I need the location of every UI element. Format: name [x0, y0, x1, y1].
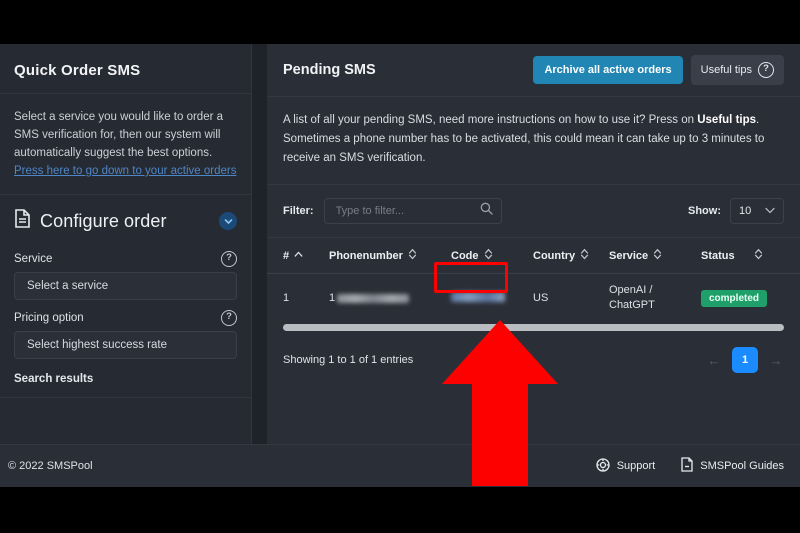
help-circle-icon: ? [758, 62, 774, 78]
lifebuoy-icon [596, 457, 610, 475]
pending-sms-table: # Phonenumber Code Country Service Statu… [267, 238, 800, 322]
column-header-status[interactable]: Status [701, 238, 800, 274]
table-header-row: # Phonenumber Code Country Service Statu… [267, 238, 800, 274]
configure-order-header[interactable]: Configure order [0, 195, 251, 241]
active-orders-link[interactable]: Press here to go down to your active ord… [14, 162, 237, 180]
search-input[interactable] [333, 204, 480, 218]
help-circle-icon[interactable]: ? [221, 251, 237, 267]
column-label: Status [701, 249, 735, 262]
configure-order-title: Configure order [40, 210, 167, 231]
code-redacted-blur [451, 291, 505, 302]
panel-header: Pending SMS Archive all active orders Us… [267, 44, 800, 97]
cell-index: 1 [283, 292, 290, 304]
page-footer: © 2022 SMSPool Support SMSPool Guides [0, 444, 800, 487]
arrow-left-icon[interactable]: ← [706, 353, 722, 368]
sort-asc-icon [294, 250, 303, 262]
description-part-1: A list of all your pending SMS, need mor… [283, 114, 698, 126]
show-entries-control: Show: 10 [688, 198, 784, 224]
smspool-app: Quick Order SMS Select a service you wou… [0, 44, 800, 487]
table-body: 1 1 US OpenAI / ChatGPT completed [267, 262, 800, 323]
service-select[interactable]: Select a service [14, 272, 237, 300]
footer-link-support[interactable]: Support [596, 457, 656, 475]
archive-all-active-orders-button[interactable]: Archive all active orders [533, 56, 683, 84]
sort-both-icon [580, 248, 589, 263]
table-head: # Phonenumber Code Country Service Statu… [267, 238, 800, 274]
filter-input-wrapper[interactable] [323, 198, 502, 224]
filter-label: Filter: [283, 205, 314, 217]
column-label: # [283, 249, 290, 262]
sidebar-intro: Select a service you would like to order… [0, 94, 251, 195]
sort-both-icon [484, 248, 493, 263]
sidebar-title: Quick Order SMS [14, 62, 141, 79]
pagination: ← 1 → [706, 347, 784, 373]
screenshot-root: Quick Order SMS Select a service you wou… [0, 0, 800, 533]
cell-code[interactable] [434, 262, 533, 323]
sidebar: Quick Order SMS Select a service you wou… [0, 44, 252, 444]
sidebar-description: Select a service you would like to order… [14, 111, 224, 159]
footer-links: Support SMSPool Guides [596, 457, 784, 475]
letterbox-top [0, 0, 800, 44]
show-entries-select[interactable]: 10 [730, 198, 784, 224]
pagination-page-1[interactable]: 1 [732, 347, 758, 373]
service-field-row: Service ? [14, 251, 237, 267]
up-arrow-annotation [442, 320, 558, 486]
sort-both-icon [754, 248, 763, 263]
search-icon[interactable] [480, 202, 493, 220]
chevron-down-circle-icon[interactable] [219, 212, 237, 230]
code-cell-highlight-box [434, 262, 508, 293]
pricing-field-row: Pricing option ? [14, 310, 237, 326]
column-header-index[interactable]: # [267, 238, 329, 274]
document-icon [14, 209, 31, 233]
panel-header-actions: Archive all active orders Useful tips ? [533, 55, 784, 85]
column-header-country[interactable]: Country [533, 238, 609, 274]
entries-info: Showing 1 to 1 of 1 entries [283, 354, 414, 366]
show-label: Show: [688, 205, 721, 217]
column-header-service[interactable]: Service [609, 238, 701, 274]
service-field: Service ? Select a service [0, 251, 251, 300]
column-header-phonenumber[interactable]: Phonenumber [329, 238, 451, 274]
footer-link-label: SMSPool Guides [700, 460, 784, 472]
column-label: Code [451, 249, 479, 262]
column-label: Country [533, 249, 576, 262]
pricing-label: Pricing option [14, 312, 84, 324]
description-bold: Useful tips [697, 114, 757, 126]
copyright-text: © 2022 SMSPool [8, 460, 93, 472]
status-badge: completed [701, 289, 768, 307]
useful-tips-label: Useful tips [700, 64, 752, 76]
column-label: Service [609, 249, 649, 262]
column-label: Phonenumber [329, 249, 403, 262]
service-label: Service [14, 253, 53, 265]
table-row[interactable]: 1 1 US OpenAI / ChatGPT completed [267, 262, 800, 323]
arrow-right-icon[interactable]: → [768, 353, 784, 368]
cell-country: US [533, 292, 549, 304]
search-results-label: Search results [14, 373, 94, 385]
sort-both-icon [408, 248, 417, 263]
pricing-select[interactable]: Select highest success rate [14, 331, 237, 359]
sidebar-divider [0, 397, 251, 398]
phonenumber-prefix: 1 [329, 292, 336, 304]
document-guide-icon [681, 457, 693, 475]
table-controls: Filter: Show: 10 [267, 185, 800, 238]
chevron-down-icon [765, 205, 775, 217]
phonenumber-redacted-blur [337, 293, 410, 303]
page-title: Pending SMS [283, 62, 376, 78]
panel-description: A list of all your pending SMS, need mor… [267, 97, 800, 185]
useful-tips-button[interactable]: Useful tips ? [690, 55, 784, 85]
cell-status: completed [701, 274, 800, 323]
cell-phonenumber[interactable]: 1 [329, 274, 451, 323]
show-entries-value: 10 [739, 205, 752, 217]
footer-link-guides[interactable]: SMSPool Guides [681, 457, 784, 475]
footer-link-label: Support [616, 460, 656, 472]
cell-service: OpenAI / ChatGPT [609, 284, 655, 311]
pricing-field: Pricing option ? Select highest success … [0, 310, 251, 359]
sidebar-header: Quick Order SMS [0, 44, 251, 94]
sort-both-icon [653, 248, 662, 263]
help-circle-icon[interactable]: ? [221, 310, 237, 326]
letterbox-bottom [0, 487, 800, 533]
